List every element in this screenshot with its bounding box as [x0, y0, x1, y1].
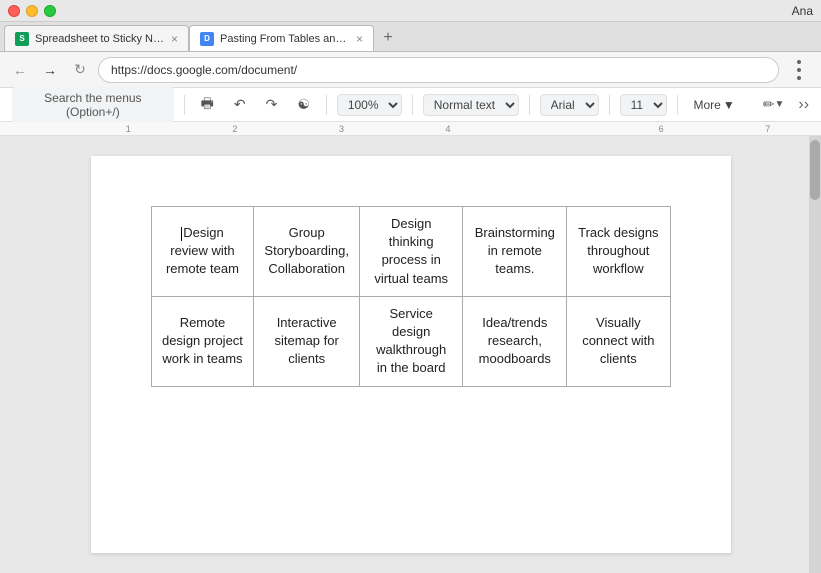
table-cell[interactable]: Idea/trends research, moodboards — [463, 296, 567, 386]
docs-favicon-icon: D — [200, 32, 214, 46]
ruler-mark-6: 6 — [608, 124, 715, 134]
fullscreen-button[interactable] — [44, 5, 56, 17]
ruler-mark-2: 2 — [182, 124, 289, 134]
table-cell[interactable]: Visually connect with clients — [567, 296, 670, 386]
forward-button[interactable]: → — [38, 58, 62, 82]
table-cell[interactable]: Design thinking process in virtual teams — [359, 207, 462, 297]
tab-bar: S Spreadsheet to Sticky Not… × D Pasting… — [0, 22, 821, 52]
toolbar-separator-5 — [609, 95, 610, 115]
ruler-mark-4: 4 — [395, 124, 502, 134]
toolbar-separator-4 — [529, 95, 530, 115]
toolbar-separator-1 — [184, 95, 185, 115]
title-bar: Ana — [0, 0, 821, 22]
print-icon: 🖶 — [201, 93, 214, 117]
user-name: Ana — [792, 4, 813, 18]
minimize-button[interactable] — [26, 5, 38, 17]
pencil-dropdown-icon: ▼ — [774, 99, 784, 110]
content-table: Design review with remote teamGroup Stor… — [151, 206, 671, 387]
url-bar[interactable]: https://docs.google.com/document/ — [98, 57, 779, 83]
ruler-mark-5 — [501, 124, 608, 134]
tab-pasting-label: Pasting From Tables and S… — [220, 33, 350, 45]
more-button[interactable]: More ▼ — [688, 96, 741, 114]
sheets-favicon-icon: S — [15, 32, 29, 46]
tab-spreadsheet-label: Spreadsheet to Sticky Not… — [35, 33, 165, 45]
menu-dot-3 — [797, 76, 801, 80]
pencil-icon: ✏ — [763, 96, 775, 113]
more-label: More — [694, 98, 721, 112]
table-cell[interactable]: Remote design project work in teams — [151, 296, 254, 386]
toolbar: Search the menus (Option+/) 🖶 ↶ ↷ ☯ 100%… — [0, 88, 821, 122]
ruler-mark-7: 7 — [714, 124, 821, 134]
zoom-select[interactable]: 100% — [337, 94, 402, 116]
text-cursor — [181, 227, 182, 241]
table-cell[interactable]: Service design walkthrough in the board — [359, 296, 462, 386]
ruler: 1 2 3 4 6 7 — [0, 122, 821, 136]
font-select[interactable]: Arial — [540, 94, 599, 116]
menu-dot-1 — [797, 60, 801, 64]
tab-pasting-close[interactable]: × — [356, 32, 363, 46]
close-button[interactable] — [8, 5, 20, 17]
reload-button[interactable]: ↻ — [68, 58, 92, 82]
redo-button[interactable]: ↷ — [260, 94, 284, 115]
tab-spreadsheet[interactable]: S Spreadsheet to Sticky Not… × — [4, 25, 189, 51]
ruler-mark-3: 3 — [288, 124, 395, 134]
style-select[interactable]: Normal text — [423, 94, 519, 116]
table-cell[interactable]: Brainstorming in remote teams. — [463, 207, 567, 297]
traffic-lights — [8, 5, 56, 17]
toolbar-separator-2 — [326, 95, 327, 115]
print-button[interactable]: 🖶 — [195, 91, 220, 119]
tab-pasting[interactable]: D Pasting From Tables and S… × — [189, 25, 374, 51]
toolbar-separator-6 — [677, 95, 678, 115]
table-cell[interactable]: Interactive sitemap for clients — [254, 296, 360, 386]
table-cell[interactable]: Track designs throughout workflow — [567, 207, 670, 297]
scrollbar-right[interactable] — [809, 136, 821, 573]
more-chevron-icon: ▼ — [723, 98, 735, 112]
undo-icon: ↶ — [234, 96, 246, 113]
tab-spreadsheet-close[interactable]: × — [171, 32, 178, 46]
new-tab-button[interactable]: + — [374, 25, 402, 51]
redo-icon: ↷ — [266, 96, 278, 113]
paint-format-button[interactable]: ☯ — [291, 94, 316, 115]
search-menus-button[interactable]: Search the menus (Option+/) — [12, 87, 174, 123]
edit-pencil-button[interactable]: ✏ ▼ — [757, 94, 791, 115]
scrollbar-thumb[interactable] — [810, 140, 820, 200]
undo-button[interactable]: ↶ — [228, 94, 252, 115]
expand-toolbar-button[interactable]: ›› — [798, 96, 809, 114]
url-text: https://docs.google.com/document/ — [111, 63, 297, 77]
table-cell[interactable]: Group Storyboarding, Collaboration — [254, 207, 360, 297]
menu-dot-2 — [797, 68, 801, 72]
ruler-mark-1: 1 — [75, 124, 182, 134]
document-page[interactable]: Design review with remote teamGroup Stor… — [91, 156, 731, 553]
address-bar: ← → ↻ https://docs.google.com/document/ — [0, 52, 821, 88]
paint-format-icon: ☯ — [297, 96, 310, 113]
toolbar-separator-3 — [412, 95, 413, 115]
chrome-menu-button[interactable] — [785, 56, 813, 84]
ruler-numbers: 1 2 3 4 6 7 — [0, 124, 821, 134]
back-button[interactable]: ← — [8, 58, 32, 82]
document-area: Design review with remote teamGroup Stor… — [0, 136, 821, 573]
size-select[interactable]: 11 — [620, 94, 667, 116]
table-cell[interactable]: Design review with remote team — [151, 207, 254, 297]
